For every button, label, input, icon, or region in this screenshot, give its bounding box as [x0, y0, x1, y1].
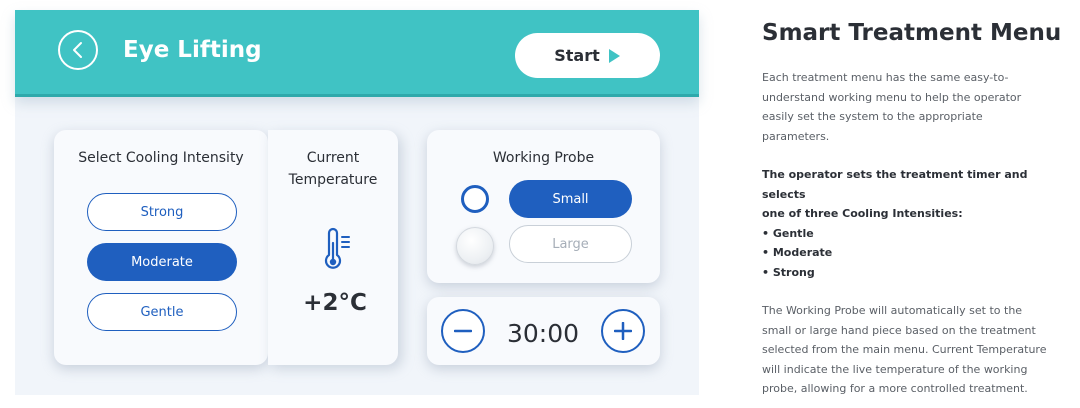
- intensity-bullet-gentle: • Gentle: [762, 226, 814, 240]
- description-outro-line: selected from the main menu. Current Tem…: [762, 343, 1047, 356]
- top-bar: Eye Lifting Start: [15, 10, 699, 97]
- description-outro-line: The Working Probe will automatically set…: [762, 304, 1023, 317]
- cooling-option-strong[interactable]: Strong: [87, 193, 237, 231]
- temperature-title-line2: Temperature: [288, 172, 378, 188]
- temperature-title-line1: Current: [306, 150, 360, 166]
- description-outro-line: small or large hand piece based on the t…: [762, 323, 1036, 337]
- play-icon: [608, 48, 620, 63]
- screen-title: Eye Lifting: [123, 37, 262, 63]
- cooling-option-moderate[interactable]: Moderate: [87, 243, 237, 281]
- temperature-value: +2°C: [303, 290, 367, 316]
- probe-small-radio[interactable]: [461, 185, 489, 213]
- thermometer-icon: [324, 227, 350, 269]
- start-button[interactable]: Start: [515, 33, 660, 78]
- description-intro-line: Each treatment menu has the same easy-to…: [762, 71, 1009, 84]
- probe-option-large[interactable]: Large: [509, 225, 632, 263]
- timer-increase-button[interactable]: [601, 309, 645, 353]
- intensity-bullet-strong: • Strong: [762, 265, 815, 279]
- plus-icon: [614, 322, 632, 340]
- timer-decrease-button[interactable]: [441, 309, 485, 353]
- intensity-bullet-moderate: • Moderate: [762, 246, 833, 259]
- description-outro-line: probe, allowing for a more controlled tr…: [762, 382, 1028, 395]
- probe-option-small[interactable]: Small: [509, 180, 632, 218]
- description-heading: Smart Treatment Menu: [762, 20, 1062, 46]
- chevron-left-icon: [73, 42, 82, 58]
- temperature-card: Current Temperature: [268, 130, 398, 365]
- description-outro-line: will indicate the live temperature of th…: [762, 362, 1028, 376]
- probe-large-radio[interactable]: [456, 227, 494, 265]
- minus-icon: [454, 329, 472, 333]
- timer-value: 30:00: [506, 319, 580, 348]
- description-bold-line: one of three Cooling Intensities:: [762, 207, 963, 220]
- device-screen: Eye Lifting Start Select Cooling Intensi…: [15, 10, 699, 395]
- working-probe-title: Working Probe: [492, 150, 595, 166]
- description-intro-line: parameters.: [762, 129, 830, 143]
- cooling-option-gentle[interactable]: Gentle: [87, 293, 237, 331]
- description-bold-line: The operator sets the treatment timer an…: [762, 168, 1028, 201]
- description-intro-line: understand working menu to help the oper…: [762, 90, 1022, 104]
- back-button[interactable]: [58, 30, 98, 70]
- working-probe-card: Working Probe Small Large: [427, 130, 660, 283]
- start-button-label: Start: [554, 46, 600, 65]
- description-panel: Smart Treatment Menu Each treatment menu…: [762, 20, 1062, 399]
- cooling-intensity-card: Select Cooling Intensity Strong Moderate…: [54, 130, 268, 365]
- description-intro-line: easily set the system to the appropriate: [762, 110, 983, 123]
- cooling-intensity-title: Select Cooling Intensity: [78, 150, 244, 166]
